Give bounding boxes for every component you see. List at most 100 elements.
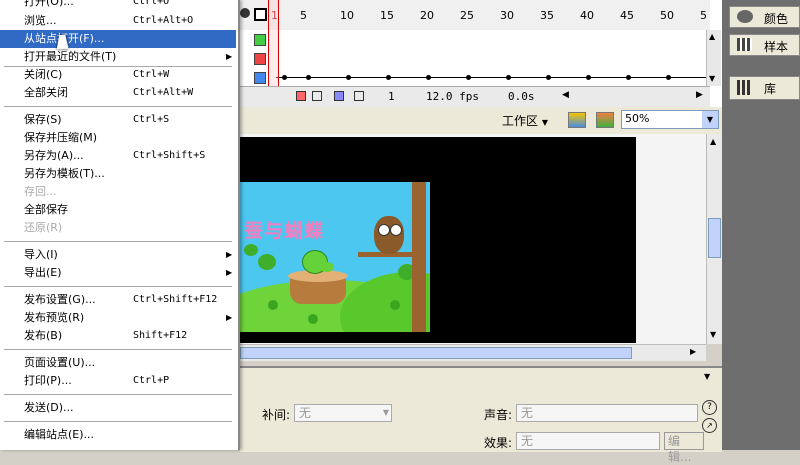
sound-value: 无	[521, 406, 534, 420]
menu-item-open-recent[interactable]: 打开最近的文件(T) ▶	[0, 48, 236, 66]
menu-item-check-in[interactable]: 存回...	[0, 183, 236, 201]
menu-item-save-and-compact[interactable]: 保存并压缩(M)	[0, 129, 236, 147]
tree-trunk	[412, 182, 426, 332]
menu-item-page-setup[interactable]: 页面设置(U)...	[0, 354, 236, 372]
scroll-up-icon[interactable]: ▲	[710, 137, 716, 146]
menu-item-import[interactable]: 导入(I) ▶	[0, 246, 236, 264]
frame-number: 10	[340, 9, 354, 22]
menu-item-publish-settings[interactable]: 发布设置(G)... Ctrl+Shift+F12	[0, 291, 236, 309]
onion-skin-icon[interactable]	[296, 91, 306, 101]
timeline-vertical-scrollbar[interactable]: ▲ ▼	[706, 30, 721, 86]
menu-item-edit-sites[interactable]: 编辑站点(E)...	[0, 426, 236, 444]
sound-select[interactable]: 无	[516, 404, 698, 422]
edit-multiple-frames-icon[interactable]	[334, 91, 344, 101]
menu-item-save-as[interactable]: 另存为(A)... Ctrl+Shift+S	[0, 147, 236, 165]
timeline-layer-row[interactable]	[240, 49, 710, 69]
color-panel-tab[interactable]: 颜色	[729, 6, 800, 28]
menu-item-browse[interactable]: 浏览... Ctrl+Alt+O	[0, 12, 236, 30]
edit-sound-button[interactable]: 编辑...	[664, 432, 704, 464]
chevron-down-icon: ▼	[541, 118, 548, 127]
frame-number: 5	[700, 9, 707, 22]
stage-vertical-scrollbar[interactable]: ▲ ▼	[706, 134, 723, 344]
timeline-frame-ruler[interactable]: 1 5 10 15 20 25 30 35 40 45 50 5	[240, 0, 710, 31]
stage-scene[interactable]: 蚕与蝴蝶	[240, 182, 430, 332]
edit-scene-icon[interactable]	[568, 112, 586, 128]
edit-symbols-icon[interactable]	[596, 112, 614, 128]
library-books-icon	[737, 80, 752, 95]
scroll-left-icon[interactable]: ◀	[562, 90, 569, 100]
submenu-arrow-icon: ▶	[226, 313, 233, 322]
help-icon[interactable]: ?	[702, 400, 717, 415]
mouse-cursor-icon	[56, 35, 72, 49]
color-panel-label: 颜色	[764, 12, 789, 26]
onion-markers-icon[interactable]	[354, 91, 364, 101]
small-tree	[258, 254, 276, 270]
scroll-up-icon[interactable]: ▲	[709, 32, 715, 41]
menu-item-open[interactable]: 打开(O)... Ctrl+O	[0, 0, 236, 11]
stage-area: 蚕与蝴蝶	[240, 134, 706, 344]
swatches-panel-tab[interactable]: 样本	[729, 34, 800, 56]
layer-color-swatch[interactable]	[254, 72, 266, 84]
menu-separator	[4, 241, 232, 242]
edit-bar: 工作区 ▼ 50% ▼	[240, 107, 722, 135]
zoom-select[interactable]: 50% ▼	[621, 110, 719, 129]
outline-icon[interactable]	[254, 8, 267, 21]
timeline-status-bar: 1 12.0 fps 0.0s ◀ ▶	[240, 86, 710, 107]
properties-panel: ▼ 补间: 无 ▼ 声音: 无 ? ↗ 效果: 无 编辑...	[240, 366, 722, 464]
menu-item-close[interactable]: 关闭(C) Ctrl+W	[0, 66, 236, 84]
menu-item-save-all[interactable]: 全部保存	[0, 201, 236, 219]
layer-color-swatch[interactable]	[254, 34, 266, 46]
frame-number: 35	[540, 9, 554, 22]
menu-item-publish[interactable]: 发布(B) Shift+F12	[0, 327, 236, 345]
clover	[390, 300, 400, 310]
menu-item-publish-preview[interactable]: 发布预览(R) ▶	[0, 309, 236, 327]
small-tree	[244, 244, 258, 256]
clover	[308, 314, 318, 324]
file-menu: 打开(O)... Ctrl+O 浏览... Ctrl+Alt+O 从站点打开(F).…	[0, 0, 240, 450]
scroll-right-icon[interactable]: ▶	[690, 347, 696, 356]
frame-number: 25	[460, 9, 474, 22]
scene-title-text: 蚕与蝴蝶	[244, 220, 325, 242]
onion-outline-icon[interactable]	[312, 91, 322, 101]
timeline-layer-row[interactable]	[240, 68, 710, 88]
menu-item-revert[interactable]: 还原(R)	[0, 219, 236, 237]
eye-icon[interactable]	[240, 8, 250, 18]
scroll-thumb[interactable]	[240, 347, 632, 359]
chevron-down-icon: ▼	[382, 408, 389, 417]
menu-item-export[interactable]: 导出(E) ▶	[0, 264, 236, 282]
scroll-thumb[interactable]	[708, 218, 721, 258]
timeline-layer-row[interactable]	[240, 30, 710, 50]
menu-item-print[interactable]: 打印(P)... Ctrl+P	[0, 372, 236, 390]
tween-select[interactable]: 无 ▼	[294, 404, 392, 422]
tween-value: 无	[299, 406, 312, 420]
current-frame: 1	[388, 90, 395, 103]
scroll-right-icon[interactable]: ▶	[696, 90, 703, 100]
frame-number: 40	[580, 9, 594, 22]
stage-horizontal-scrollbar[interactable]: ▶	[240, 344, 706, 361]
panel-menu-icon[interactable]: ▼	[704, 372, 710, 381]
scroll-down-icon[interactable]: ▼	[710, 330, 716, 339]
chevron-down-icon[interactable]: ▼	[702, 111, 718, 128]
effect-value: 无	[521, 434, 534, 448]
menu-separator	[4, 421, 232, 422]
frame-number: 30	[500, 9, 514, 22]
menu-item-open-from-site[interactable]: 从站点打开(F)...	[0, 30, 236, 48]
menu-item-close-all[interactable]: 全部关闭 Ctrl+Alt+W	[0, 84, 236, 102]
clover	[268, 300, 278, 310]
keyframe-line	[276, 77, 706, 78]
scroll-down-icon[interactable]: ▼	[709, 74, 715, 83]
workspace-button[interactable]: 工作区 ▼	[502, 112, 560, 128]
palette-icon	[737, 10, 753, 23]
menu-item-save-as-template[interactable]: 另存为模板(T)...	[0, 165, 236, 183]
menu-separator	[4, 106, 232, 107]
caterpillar-body	[320, 262, 334, 272]
effect-select[interactable]: 无	[516, 432, 660, 450]
library-panel-tab[interactable]: 库	[729, 76, 800, 100]
menu-item-save[interactable]: 保存(S) Ctrl+S	[0, 111, 236, 129]
menu-separator	[4, 394, 232, 395]
layer-color-swatch[interactable]	[254, 53, 266, 65]
library-panel-label: 库	[764, 82, 777, 96]
menu-item-send[interactable]: 发送(D)...	[0, 399, 236, 417]
code-icon[interactable]: ↗	[702, 418, 717, 433]
submenu-arrow-icon: ▶	[226, 268, 233, 277]
